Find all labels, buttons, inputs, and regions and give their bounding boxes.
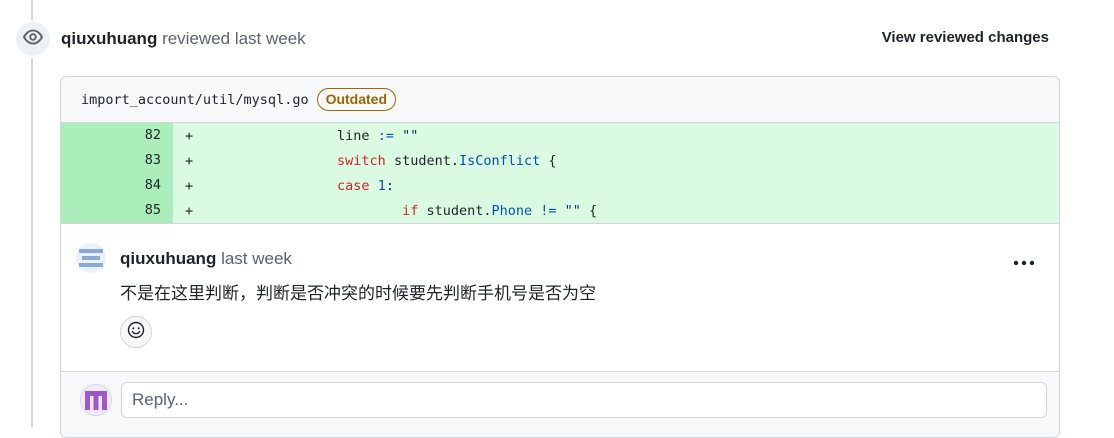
code-content: switch student.IsConflict { (337, 152, 557, 169)
outdated-badge: Outdated (316, 88, 397, 111)
code-content: if student.Phone != "" { (402, 202, 598, 219)
diff-hunk: 82 + line := "" 83 + switch student.IsCo… (61, 123, 1059, 223)
diff-sign: + (185, 127, 194, 144)
review-action-text: reviewed last week (162, 29, 306, 48)
review-header: qiuxuhuang reviewed last week (61, 28, 306, 50)
line-number[interactable]: 83 (61, 148, 173, 173)
smiley-icon (127, 321, 145, 344)
file-path-link[interactable]: import_account/util/mysql.go (81, 92, 309, 108)
comment-timestamp[interactable]: last week (221, 249, 292, 268)
avatar[interactable] (76, 243, 106, 273)
diff-line: 84 + case 1: (61, 173, 1059, 198)
diff-sign: + (185, 177, 194, 194)
line-number[interactable]: 82 (61, 123, 173, 148)
diff-line: 85 + if student.Phone != "" { (61, 198, 1059, 223)
timeline-line (31, 0, 33, 427)
review-author-link[interactable]: qiuxuhuang (61, 29, 157, 48)
line-number[interactable]: 84 (61, 173, 173, 198)
line-number[interactable]: 85 (61, 198, 173, 223)
comment-header: qiuxuhuang last week (120, 248, 292, 270)
view-reviewed-changes-button[interactable]: View reviewed changes (882, 29, 1049, 46)
kebab-horizontal-icon[interactable] (1013, 253, 1035, 271)
review-thread: import_account/util/mysql.go Outdated 82… (60, 76, 1060, 438)
review-event-badge (14, 20, 52, 58)
diff-line: 83 + switch student.IsConflict { (61, 148, 1059, 173)
comment-body: 不是在这里判断，判断是否冲突的时候要先判断手机号是否为空 (120, 284, 596, 303)
file-header: import_account/util/mysql.go Outdated (61, 77, 1059, 123)
current-user-avatar (80, 384, 112, 416)
add-reaction-button[interactable] (120, 316, 152, 348)
diff-sign: + (185, 202, 194, 219)
diff-sign: + (185, 152, 194, 169)
comment-author-link[interactable]: qiuxuhuang (120, 249, 216, 268)
eye-icon (23, 27, 43, 52)
reply-input[interactable] (121, 382, 1047, 418)
reply-bar (61, 371, 1059, 437)
code-content: case 1: (337, 177, 394, 194)
code-content: line := "" (337, 127, 419, 144)
review-comment: qiuxuhuang last week 不是在这里判断，判断是否冲突的时候要先… (61, 223, 1059, 371)
diff-line: 82 + line := "" (61, 123, 1059, 148)
